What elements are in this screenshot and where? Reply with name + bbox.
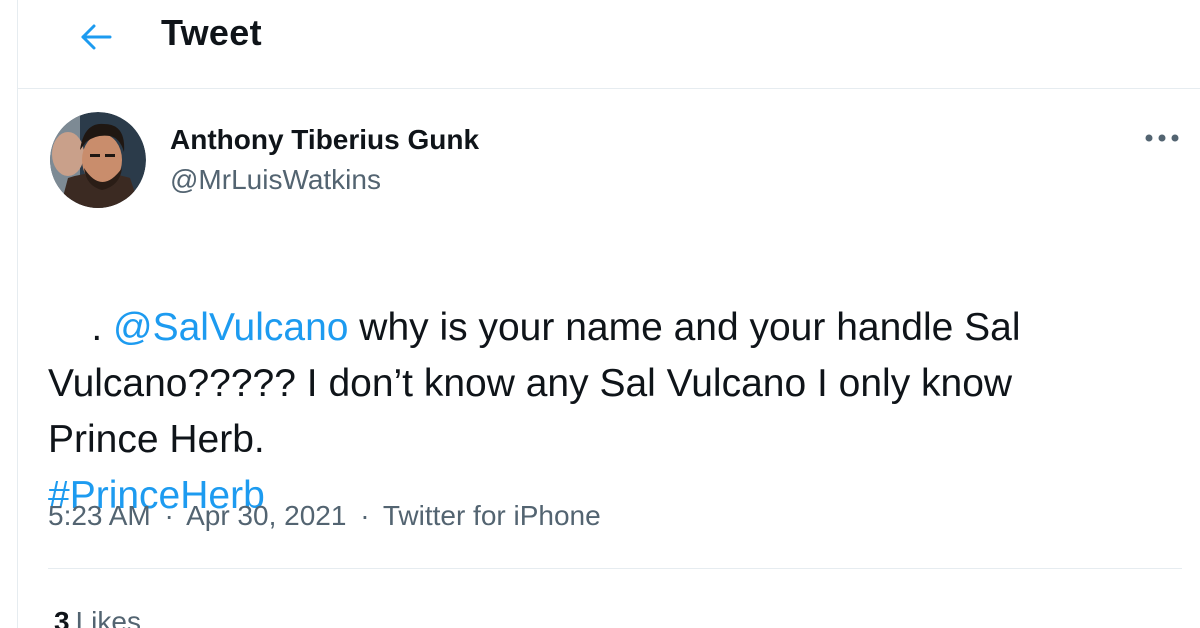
likes-count: 3 [54,606,70,628]
tweet-meta: 5:23 AM · Apr 30, 2021 · Twitter for iPh… [48,500,601,532]
arrow-left-icon [81,24,112,50]
tweet-time[interactable]: 5:23 AM [48,500,151,531]
tweet-date[interactable]: Apr 30, 2021 [186,500,346,531]
back-button[interactable] [66,14,126,60]
divider [48,568,1182,569]
tweet-source[interactable]: Twitter for iPhone [383,500,601,531]
meta-separator: · [360,500,370,531]
likes-stat[interactable]: 3 Likes [54,606,141,628]
author-handle[interactable]: @MrLuisWatkins [170,164,381,196]
page-title: Tweet [161,12,262,53]
left-border [17,0,18,628]
avatar[interactable] [50,112,146,208]
ellipsis-icon [1145,134,1179,142]
tweet-page: Tweet Anthony Tiberius Gunk @MrLuisWatki… [0,0,1200,628]
author-name[interactable]: Anthony Tiberius Gunk [170,124,479,156]
meta-separator: · [164,500,174,531]
user-avatar-icon [50,112,146,208]
mention-link[interactable]: @SalVulcano [113,306,348,349]
likes-label: Likes [75,606,141,628]
more-options-button[interactable] [1136,120,1188,156]
tweet-text-segment: . [91,306,114,349]
header: Tweet [18,0,1200,89]
